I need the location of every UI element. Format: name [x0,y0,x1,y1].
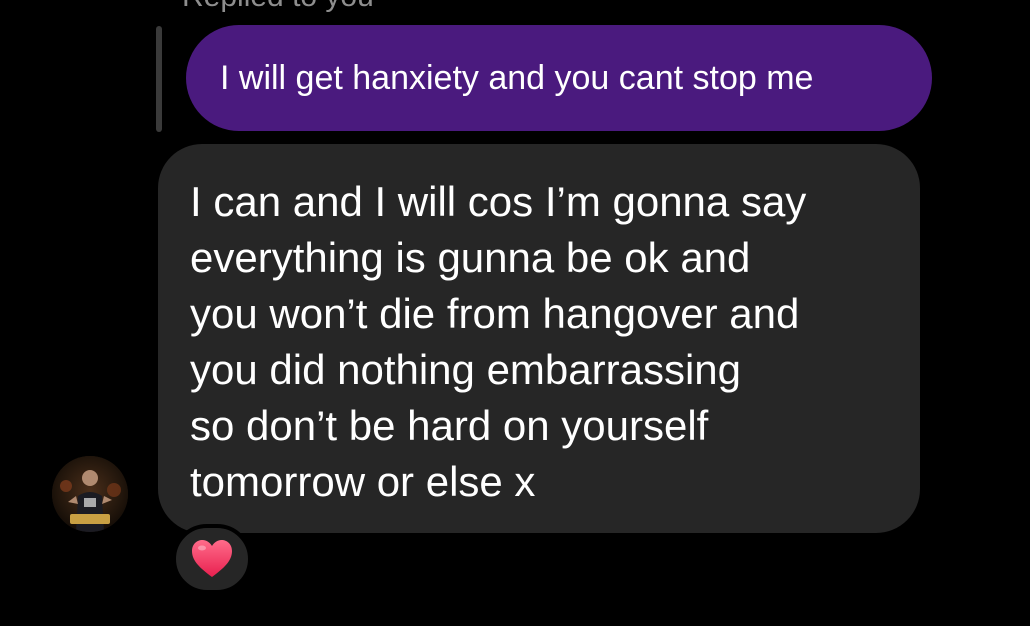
replied-to-you-label: Replied to you [182,0,374,14]
message-line: I can and I will cos I’m gonna say [190,178,807,225]
avatar-photo [52,456,128,532]
quoted-message-bubble[interactable]: I will get hanxiety and you cant stop me [186,25,932,131]
message-line: everything is gunna be ok and [190,234,751,281]
heart-icon [192,540,232,577]
message-line: so don’t be hard on yourself [190,402,709,449]
reaction-pill[interactable] [172,524,252,594]
message-line: tomorrow or else x [190,458,536,505]
reply-indicator-bar [156,26,162,132]
message-bubble[interactable]: I can and I will cos I’m gonna say every… [158,144,920,533]
message-line: you did nothing embarrassing [190,346,742,393]
sender-avatar[interactable] [52,456,128,532]
message-line: you won’t die from hangover and [190,290,800,337]
